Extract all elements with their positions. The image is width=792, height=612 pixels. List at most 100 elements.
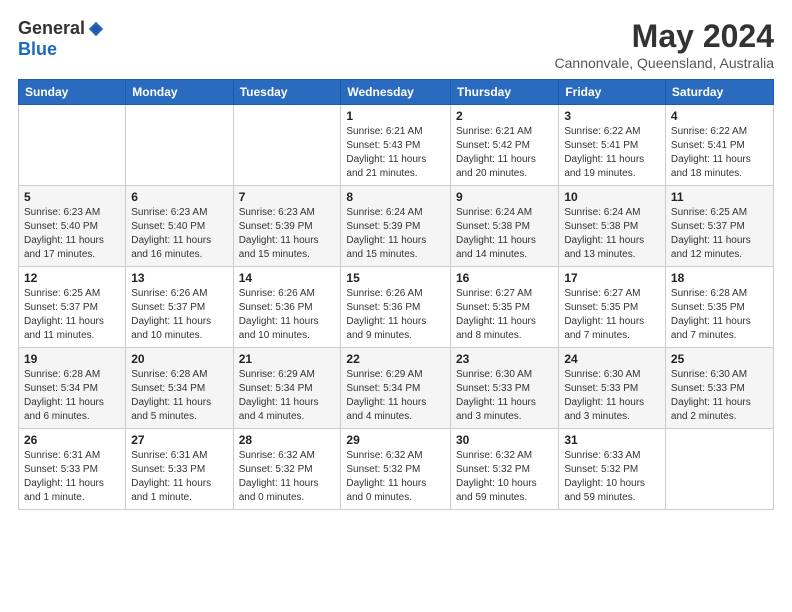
table-row: 5 Sunrise: 6:23 AMSunset: 5:40 PMDaylight… — [19, 186, 126, 267]
table-row — [19, 105, 126, 186]
calendar-week-row: 19 Sunrise: 6:28 AMSunset: 5:34 PMDayligh… — [19, 348, 774, 429]
day-info: Sunrise: 6:22 AMSunset: 5:41 PMDaylight:… — [564, 125, 660, 181]
day-number: 23 — [456, 352, 553, 366]
day-info: Sunrise: 6:26 AMSunset: 5:36 PMDaylight:… — [239, 287, 336, 343]
table-row: 23 Sunrise: 6:30 AMSunset: 5:33 PMDayligh… — [450, 348, 558, 429]
day-info: Sunrise: 6:32 AMSunset: 5:32 PMDaylight:… — [239, 449, 336, 505]
col-saturday: Saturday — [665, 80, 773, 105]
day-number: 19 — [24, 352, 120, 366]
day-info: Sunrise: 6:30 AMSunset: 5:33 PMDaylight:… — [456, 368, 553, 424]
day-info: Sunrise: 6:26 AMSunset: 5:37 PMDaylight:… — [131, 287, 227, 343]
table-row: 3Sunrise: 6:22 AMSunset: 5:41 PMDaylight… — [559, 105, 666, 186]
day-info: Sunrise: 6:23 AMSunset: 5:40 PMDaylight:… — [131, 206, 227, 262]
day-number: 9 — [456, 190, 553, 204]
table-row: 18Sunrise: 6:28 AMSunset: 5:35 PMDayligh… — [665, 267, 773, 348]
day-number: 6 — [131, 190, 227, 204]
logo-general: General — [18, 18, 85, 39]
day-number: 16 — [456, 271, 553, 285]
col-wednesday: Wednesday — [341, 80, 451, 105]
col-thursday: Thursday — [450, 80, 558, 105]
day-number: 28 — [239, 433, 336, 447]
day-number: 20 — [131, 352, 227, 366]
day-number: 4 — [671, 109, 768, 123]
day-number: 21 — [239, 352, 336, 366]
day-number: 5 — [24, 190, 120, 204]
day-info: Sunrise: 6:21 AMSunset: 5:43 PMDaylight:… — [346, 125, 445, 181]
day-info: Sunrise: 6:29 AMSunset: 5:34 PMDaylight:… — [239, 368, 336, 424]
logo-blue: Blue — [18, 39, 57, 60]
table-row: 1 Sunrise: 6:21 AMSunset: 5:43 PMDaylight… — [341, 105, 451, 186]
day-number: 24 — [564, 352, 660, 366]
day-number: 22 — [346, 352, 445, 366]
logo: General Blue — [18, 18, 105, 60]
day-info: Sunrise: 6:29 AMSunset: 5:34 PMDaylight:… — [346, 368, 445, 424]
table-row: 13Sunrise: 6:26 AMSunset: 5:37 PMDayligh… — [126, 267, 233, 348]
table-row: 6 Sunrise: 6:23 AMSunset: 5:40 PMDaylight… — [126, 186, 233, 267]
day-info: Sunrise: 6:30 AMSunset: 5:33 PMDaylight:… — [564, 368, 660, 424]
day-number: 31 — [564, 433, 660, 447]
day-info: Sunrise: 6:24 AMSunset: 5:38 PMDaylight:… — [456, 206, 553, 262]
day-info: Sunrise: 6:25 AMSunset: 5:37 PMDaylight:… — [671, 206, 768, 262]
table-row: 26 Sunrise: 6:31 AMSunset: 5:33 PMDayligh… — [19, 429, 126, 510]
day-number: 25 — [671, 352, 768, 366]
table-row: 7Sunrise: 6:23 AMSunset: 5:39 PMDaylight… — [233, 186, 341, 267]
col-sunday: Sunday — [19, 80, 126, 105]
day-number: 1 — [346, 109, 445, 123]
table-row: 21 Sunrise: 6:29 AMSunset: 5:34 PMDayligh… — [233, 348, 341, 429]
calendar: Sunday Monday Tuesday Wednesday Thursday… — [18, 79, 774, 510]
day-info: Sunrise: 6:24 AMSunset: 5:38 PMDaylight:… — [564, 206, 660, 262]
day-info: Sunrise: 6:31 AMSunset: 5:33 PMDaylight:… — [24, 449, 120, 505]
table-row: 2Sunrise: 6:21 AMSunset: 5:42 PMDaylight… — [450, 105, 558, 186]
day-info: Sunrise: 6:33 AMSunset: 5:32 PMDaylight:… — [564, 449, 660, 505]
day-info: Sunrise: 6:27 AMSunset: 5:35 PMDaylight:… — [456, 287, 553, 343]
table-row: 10 Sunrise: 6:24 AMSunset: 5:38 PMDayligh… — [559, 186, 666, 267]
table-row: 8Sunrise: 6:24 AMSunset: 5:39 PMDaylight… — [341, 186, 451, 267]
title-block: May 2024 Cannonvale, Queensland, Austral… — [555, 18, 774, 71]
day-info: Sunrise: 6:23 AMSunset: 5:40 PMDaylight:… — [24, 206, 120, 262]
day-info: Sunrise: 6:23 AMSunset: 5:39 PMDaylight:… — [239, 206, 336, 262]
calendar-week-row: 12Sunrise: 6:25 AMSunset: 5:37 PMDayligh… — [19, 267, 774, 348]
table-row — [233, 105, 341, 186]
table-row: 28 Sunrise: 6:32 AMSunset: 5:32 PMDayligh… — [233, 429, 341, 510]
day-number: 18 — [671, 271, 768, 285]
col-monday: Monday — [126, 80, 233, 105]
day-info: Sunrise: 6:31 AMSunset: 5:33 PMDaylight:… — [131, 449, 227, 505]
day-number: 29 — [346, 433, 445, 447]
table-row: 14 Sunrise: 6:26 AMSunset: 5:36 PMDayligh… — [233, 267, 341, 348]
table-row: 11 Sunrise: 6:25 AMSunset: 5:37 PMDayligh… — [665, 186, 773, 267]
day-number: 15 — [346, 271, 445, 285]
day-info: Sunrise: 6:28 AMSunset: 5:34 PMDaylight:… — [131, 368, 227, 424]
day-number: 12 — [24, 271, 120, 285]
main-title: May 2024 — [555, 18, 774, 55]
logo-icon — [87, 20, 105, 38]
table-row: 30 Sunrise: 6:32 AMSunset: 5:32 PMDayligh… — [450, 429, 558, 510]
calendar-week-row: 26 Sunrise: 6:31 AMSunset: 5:33 PMDayligh… — [19, 429, 774, 510]
day-info: Sunrise: 6:27 AMSunset: 5:35 PMDaylight:… — [564, 287, 660, 343]
col-friday: Friday — [559, 80, 666, 105]
table-row: 24 Sunrise: 6:30 AMSunset: 5:33 PMDayligh… — [559, 348, 666, 429]
page: General Blue May 2024 Cannonvale, Queens… — [0, 0, 792, 612]
table-row: 16 Sunrise: 6:27 AMSunset: 5:35 PMDayligh… — [450, 267, 558, 348]
table-row: 25Sunrise: 6:30 AMSunset: 5:33 PMDayligh… — [665, 348, 773, 429]
calendar-week-row: 5 Sunrise: 6:23 AMSunset: 5:40 PMDaylight… — [19, 186, 774, 267]
table-row — [126, 105, 233, 186]
table-row: 15 Sunrise: 6:26 AMSunset: 5:36 PMDayligh… — [341, 267, 451, 348]
day-number: 26 — [24, 433, 120, 447]
day-number: 30 — [456, 433, 553, 447]
day-info: Sunrise: 6:26 AMSunset: 5:36 PMDaylight:… — [346, 287, 445, 343]
table-row: 12Sunrise: 6:25 AMSunset: 5:37 PMDayligh… — [19, 267, 126, 348]
day-info: Sunrise: 6:32 AMSunset: 5:32 PMDaylight:… — [456, 449, 553, 505]
day-number: 10 — [564, 190, 660, 204]
table-row: 4 Sunrise: 6:22 AMSunset: 5:41 PMDaylight… — [665, 105, 773, 186]
table-row: 17Sunrise: 6:27 AMSunset: 5:35 PMDayligh… — [559, 267, 666, 348]
day-number: 27 — [131, 433, 227, 447]
day-number: 11 — [671, 190, 768, 204]
day-number: 14 — [239, 271, 336, 285]
day-info: Sunrise: 6:22 AMSunset: 5:41 PMDaylight:… — [671, 125, 768, 181]
day-info: Sunrise: 6:24 AMSunset: 5:39 PMDaylight:… — [346, 206, 445, 262]
table-row: 31 Sunrise: 6:33 AMSunset: 5:32 PMDayligh… — [559, 429, 666, 510]
table-row: 29Sunrise: 6:32 AMSunset: 5:32 PMDayligh… — [341, 429, 451, 510]
table-row: 27 Sunrise: 6:31 AMSunset: 5:33 PMDayligh… — [126, 429, 233, 510]
table-row: 19Sunrise: 6:28 AMSunset: 5:34 PMDayligh… — [19, 348, 126, 429]
subtitle: Cannonvale, Queensland, Australia — [555, 55, 774, 71]
